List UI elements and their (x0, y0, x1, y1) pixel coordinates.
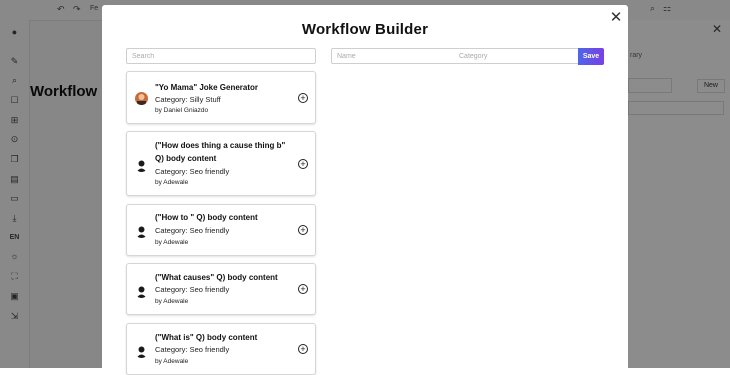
workflow-card[interactable]: ("How to " Q) body content Category: Seo… (126, 204, 316, 256)
card-author: by Adewale (155, 179, 189, 186)
avatar (135, 345, 148, 358)
close-icon[interactable]: ✕ (608, 10, 624, 26)
card-category: Category: Seo friendly (155, 226, 230, 235)
modal-title: Workflow Builder (301, 21, 429, 38)
save-button[interactable]: Save (578, 48, 604, 65)
card-category: Category: Seo friendly (155, 167, 230, 176)
add-icon[interactable]: + (298, 284, 308, 294)
card-category: Category: Seo friendly (155, 345, 230, 354)
card-category: Category: Seo friendly (155, 285, 230, 294)
avatar (135, 92, 148, 105)
add-icon[interactable]: + (298, 159, 308, 169)
card-title: ("What is" Q) body content (155, 333, 258, 342)
avatar (135, 159, 148, 172)
card-category: Category: Silly Stuff (155, 95, 221, 104)
workflow-card[interactable]: ("What is" Q) body content Category: Seo… (126, 323, 316, 375)
workflow-builder-modal: Workflow Builder ✕ Save "Yo Mama" Joke G… (102, 5, 628, 375)
add-icon[interactable]: + (298, 225, 308, 235)
avatar (135, 225, 148, 238)
card-author: by Adewale (155, 298, 189, 305)
name-field[interactable] (331, 48, 455, 64)
workflow-card[interactable]: "Yo Mama" Joke Generator Category: Silly… (126, 71, 316, 124)
card-title: "Yo Mama" Joke Generator (155, 83, 259, 92)
search-input[interactable] (126, 48, 316, 64)
card-title: ("How to " Q) body content (155, 213, 258, 222)
category-field[interactable] (454, 48, 579, 64)
card-author: by Daniel Gniazdo (155, 107, 209, 114)
card-author: by Adewale (155, 239, 189, 246)
card-author: by Adewale (155, 358, 189, 365)
card-title: ("How does thing a cause thing b" Q) bod… (155, 141, 286, 163)
add-icon[interactable]: + (298, 344, 308, 354)
workflow-card[interactable]: ("What causes" Q) body content Category:… (126, 263, 316, 315)
card-title: ("What causes" Q) body content (155, 273, 278, 282)
avatar (135, 285, 148, 298)
workflow-card[interactable]: ("How does thing a cause thing b" Q) bod… (126, 131, 316, 196)
add-icon[interactable]: + (298, 93, 308, 103)
